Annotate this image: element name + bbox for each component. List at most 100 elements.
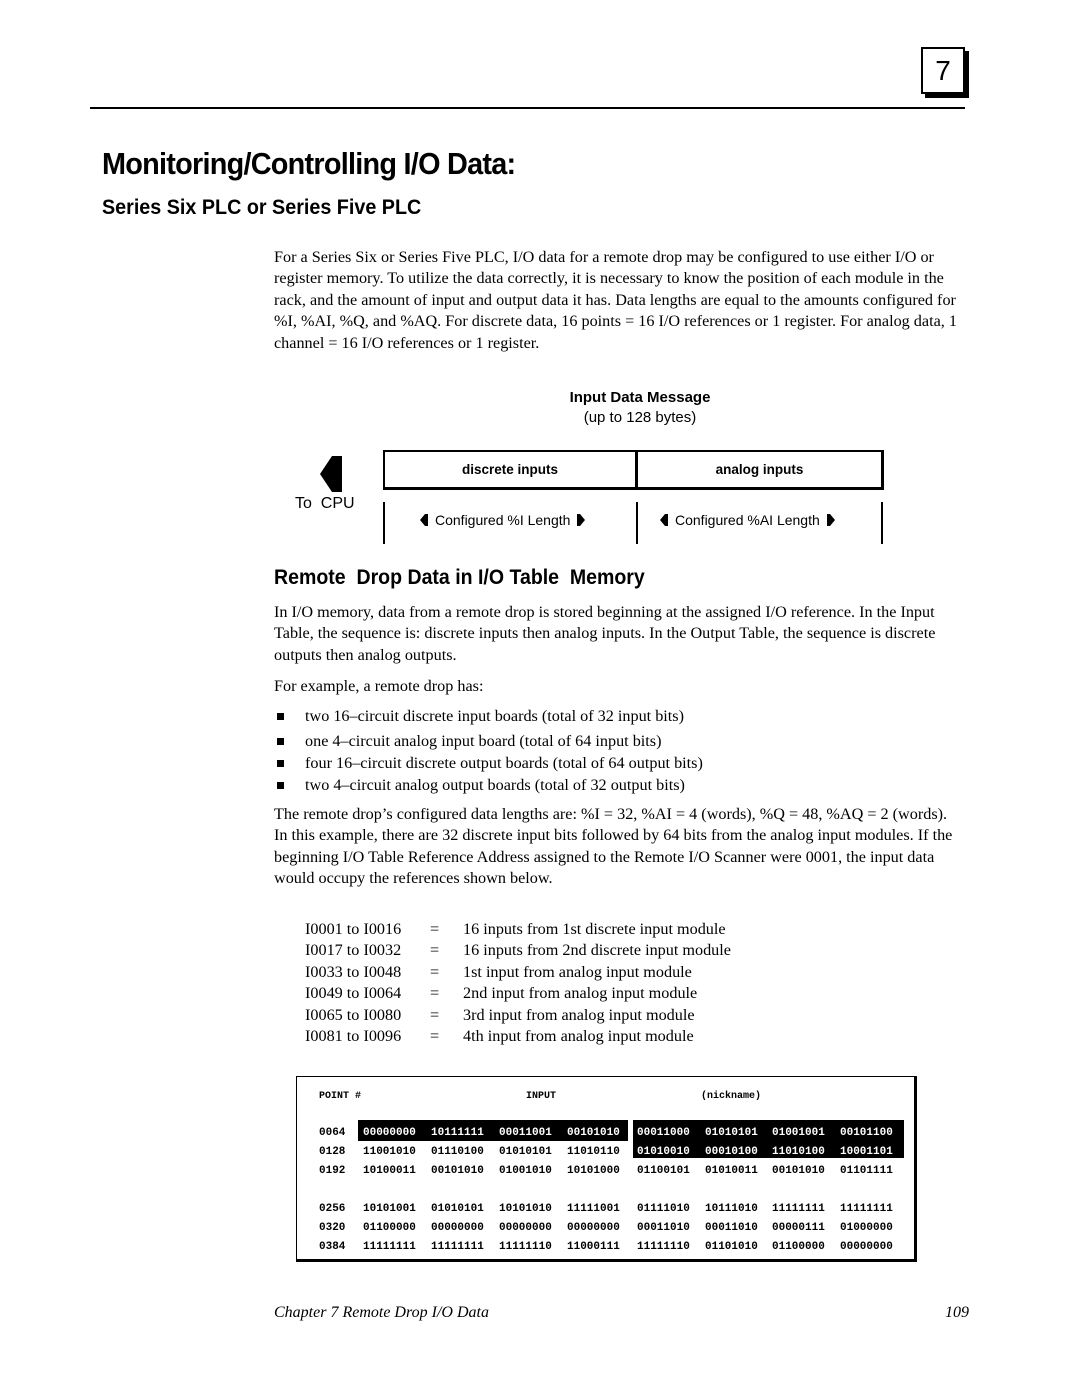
point-number: 0128 bbox=[319, 1146, 346, 1158]
bit-group: 00011001 bbox=[499, 1127, 552, 1139]
page-title: Monitoring/Controlling I/O Data: bbox=[102, 146, 516, 181]
list-item: two 4–circuit analog output boards (tota… bbox=[274, 774, 703, 796]
point-number: 0384 bbox=[319, 1241, 346, 1253]
analog-length-label: Configured %AI Length bbox=[675, 512, 820, 528]
reference-eq: = bbox=[430, 1027, 440, 1046]
bit-group: 01111010 bbox=[637, 1203, 690, 1215]
point-number: 0192 bbox=[319, 1165, 346, 1177]
bit-group: 00000000 bbox=[567, 1222, 620, 1234]
reference-desc: 16 inputs from 1st discrete input module bbox=[463, 920, 726, 938]
left-pointer-icon bbox=[420, 514, 428, 526]
example-list: two 16–circuit discrete input boards (to… bbox=[274, 705, 703, 796]
bit-group: 10111010 bbox=[705, 1203, 758, 1215]
bit-group: 11111111 bbox=[840, 1203, 893, 1215]
bit-group: 01110100 bbox=[431, 1146, 484, 1158]
bit-group: 10111111 bbox=[431, 1127, 484, 1139]
bit-group: 11111111 bbox=[772, 1203, 825, 1215]
column-header-point: POINT # bbox=[319, 1091, 362, 1102]
bit-group: 00000000 bbox=[431, 1222, 484, 1234]
bit-group: 10001101 bbox=[840, 1146, 893, 1158]
list-item-text: two 4–circuit analog output boards (tota… bbox=[305, 776, 685, 794]
right-pointer-icon bbox=[577, 514, 586, 526]
bit-group: 00000000 bbox=[363, 1127, 416, 1139]
reference-row: I0001 to I0016 = 16 inputs from 1st discre… bbox=[305, 919, 731, 940]
bit-group: 00101010 bbox=[431, 1165, 484, 1177]
left-arrow-icon bbox=[320, 456, 342, 492]
point-number: 0064 bbox=[319, 1127, 346, 1139]
bit-group: 10101010 bbox=[499, 1203, 552, 1215]
reference-eq: = bbox=[430, 984, 440, 1003]
discrete-inputs-field: discrete inputs bbox=[383, 450, 638, 490]
bit-group: 10100011 bbox=[363, 1165, 416, 1177]
bit-group: 00101010 bbox=[567, 1127, 620, 1139]
bit-group: 00000111 bbox=[772, 1222, 825, 1234]
bullet-icon bbox=[277, 782, 284, 789]
reference-range: I0081 to I0096 bbox=[305, 1027, 402, 1046]
bit-group: 10101001 bbox=[363, 1203, 416, 1215]
reference-range: I0017 to I0032 bbox=[305, 941, 402, 960]
bit-group: 10101000 bbox=[567, 1165, 620, 1177]
bullet-icon bbox=[277, 738, 284, 745]
bit-group: 11010110 bbox=[567, 1146, 620, 1158]
discrete-length-label: Configured %I Length bbox=[435, 512, 571, 528]
column-header-input: INPUT bbox=[526, 1091, 557, 1102]
diagram-title: Input Data Message bbox=[569, 389, 711, 406]
lengths-paragraph: The remote drop’s configured data length… bbox=[274, 805, 953, 888]
bit-group: 01001001 bbox=[772, 1127, 825, 1139]
discrete-inputs-label: discrete inputs bbox=[461, 462, 559, 477]
reference-desc: 4th input from analog input module bbox=[463, 1027, 694, 1046]
list-item: one 4–circuit analog input board (total … bbox=[274, 730, 703, 752]
section-heading: Remote Drop Data in I/O Table Memory bbox=[274, 566, 645, 589]
reference-row: I0081 to I0096 = 4th input from analog inp… bbox=[305, 1026, 731, 1047]
reference-map: I0001 to I0016 = 16 inputs from 1st discre… bbox=[305, 919, 731, 1047]
chapter-number: 7 bbox=[935, 54, 951, 86]
left-pointer-icon bbox=[660, 514, 668, 526]
reference-range: I0049 to I0064 bbox=[305, 984, 402, 1003]
bit-group: 01010101 bbox=[705, 1127, 758, 1139]
io-table-display: POINT # INPUT (nickname) 0064 00000000 101… bbox=[296, 1076, 917, 1262]
bit-group: 01010011 bbox=[705, 1165, 758, 1177]
reference-range: I0001 to I0016 bbox=[305, 920, 402, 938]
bit-group: 00000000 bbox=[840, 1241, 893, 1253]
discrete-length-indicator: Configured %I Length bbox=[420, 512, 586, 528]
bit-group: 01010101 bbox=[499, 1146, 552, 1158]
reference-eq: = bbox=[430, 941, 440, 960]
bit-group: 01010010 bbox=[637, 1146, 690, 1158]
bit-group: 11111111 bbox=[431, 1241, 484, 1253]
reference-row: I0033 to I0048 = 1st input from analog inp… bbox=[305, 962, 731, 983]
bit-group: 01000000 bbox=[840, 1222, 893, 1234]
reference-desc: 3rd input from analog input module bbox=[463, 1005, 695, 1024]
bracket-line bbox=[383, 502, 385, 544]
bit-group: 01001010 bbox=[499, 1165, 552, 1177]
intro-paragraph: For a Series Six or Series Five PLC, I/O… bbox=[274, 248, 957, 352]
bit-group: 01010101 bbox=[431, 1203, 484, 1215]
list-item: four 16–circuit discrete output boards (… bbox=[274, 752, 703, 774]
reference-eq: = bbox=[430, 962, 440, 981]
page-subtitle: Series Six PLC or Series Five PLC bbox=[102, 196, 422, 219]
reference-row: I0049 to I0064 = 2nd input from analog inp… bbox=[305, 983, 731, 1004]
bit-group: 00011010 bbox=[637, 1222, 690, 1234]
reference-eq: = bbox=[430, 1005, 440, 1024]
reference-range: I0065 to I0080 bbox=[305, 1005, 402, 1024]
reference-desc: 1st input from analog input module bbox=[463, 962, 692, 981]
reference-desc: 16 inputs from 2nd discrete input module bbox=[463, 941, 731, 960]
page-number: 109 bbox=[945, 1304, 969, 1321]
bit-group: 00101010 bbox=[772, 1165, 825, 1177]
footer-chapter: Chapter 7 Remote Drop I/O Data bbox=[274, 1304, 489, 1321]
diagram-subtitle: (up to 128 bytes) bbox=[583, 409, 697, 426]
list-item-text: two 16–circuit discrete input boards (to… bbox=[305, 707, 684, 725]
bit-group: 01100000 bbox=[772, 1241, 825, 1253]
analog-length-indicator: Configured %AI Length bbox=[660, 512, 835, 528]
bit-group: 11001010 bbox=[363, 1146, 416, 1158]
header-rule bbox=[90, 107, 965, 109]
analog-inputs-field: analog inputs bbox=[636, 450, 884, 490]
bit-group: 11111110 bbox=[637, 1241, 690, 1253]
list-item-text: one 4–circuit analog input board (total … bbox=[305, 732, 662, 750]
bit-group: 00011010 bbox=[705, 1222, 758, 1234]
bit-group: 11111001 bbox=[567, 1203, 620, 1215]
bracket-line bbox=[881, 502, 883, 544]
analog-inputs-label: analog inputs bbox=[715, 462, 804, 477]
reference-eq: = bbox=[430, 920, 440, 938]
to-cpu-label: To CPU bbox=[295, 495, 355, 512]
bit-group: 00101100 bbox=[840, 1127, 893, 1139]
